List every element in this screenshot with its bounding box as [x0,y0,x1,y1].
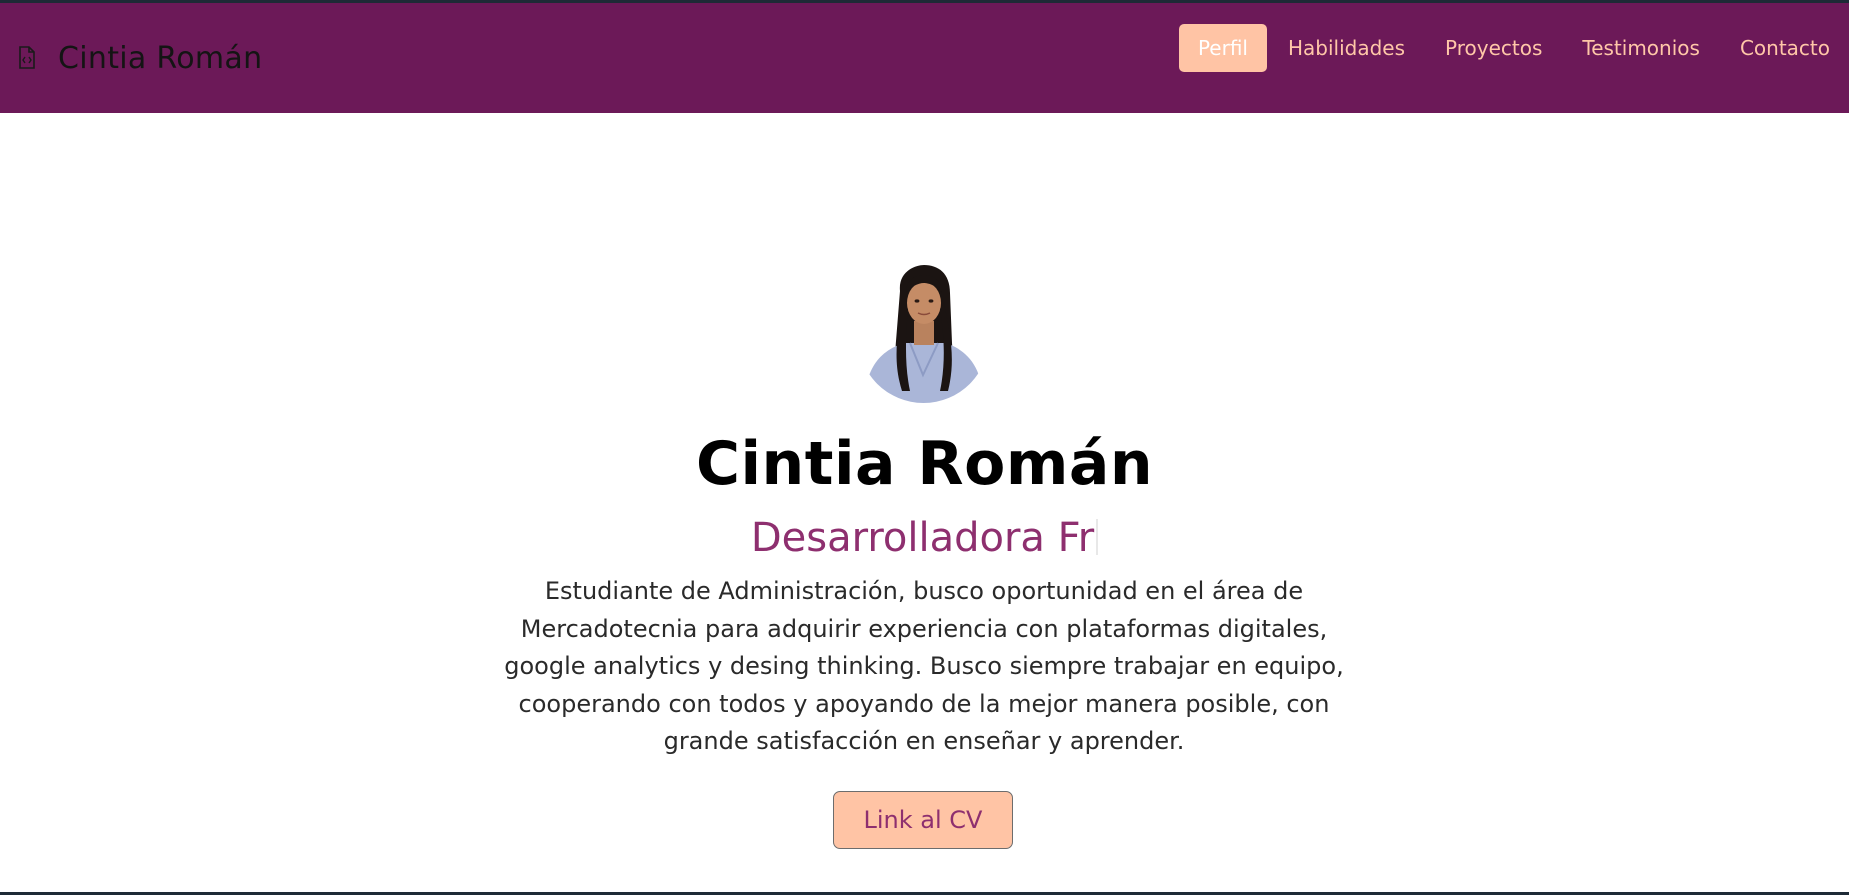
navbar: Cintia Román Perfil Habilidades Proyecto… [0,3,1849,113]
nav-item-contacto[interactable]: Contacto [1721,24,1849,72]
nav-item-perfil[interactable]: Perfil [1178,24,1267,72]
cv-link-button[interactable]: Link al CV [833,791,1013,849]
profile-photo [858,263,989,403]
about-text: Estudiante de Administración, busco opor… [504,577,1344,755]
main-nav: Perfil Habilidades Proyectos Testimonios… [1177,23,1849,73]
profile-name: Cintia Román [695,429,1154,499]
nav-item-habilidades[interactable]: Habilidades [1269,24,1424,72]
brand-name: Cintia Román [58,40,263,76]
typing-role: Desarrolladora Fr [0,515,1849,561]
nav-item-proyectos[interactable]: Proyectos [1426,24,1561,72]
brand-link[interactable]: Cintia Román [18,3,262,113]
nav-item-testimonios[interactable]: Testimonios [1563,24,1719,72]
role-text: Desarrolladora Fr [750,515,1095,561]
typing-cursor [1096,519,1099,555]
file-code-icon [18,46,36,70]
profile-section: Cintia Román Desarrolladora Fr Estudiant… [0,113,1849,892]
